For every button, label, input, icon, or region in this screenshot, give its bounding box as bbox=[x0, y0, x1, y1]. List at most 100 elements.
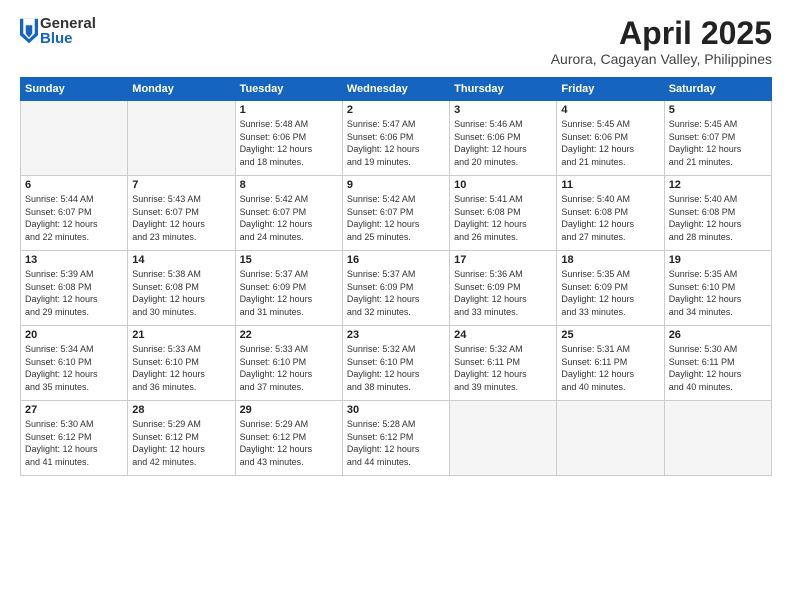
day-number: 18 bbox=[561, 254, 659, 266]
calendar-cell: 12 Sunrise: 5:40 AMSunset: 6:08 PMDayligh… bbox=[664, 176, 771, 251]
day-info: Sunrise: 5:35 AMSunset: 6:09 PMDaylight:… bbox=[561, 268, 659, 318]
logo-text: General Blue bbox=[40, 16, 96, 46]
day-number: 21 bbox=[132, 329, 230, 341]
calendar-body: 1 Sunrise: 5:48 AMSunset: 6:06 PMDaylight… bbox=[21, 101, 772, 476]
day-number: 22 bbox=[240, 329, 338, 341]
calendar-cell: 25Sunrise: 5:31 AMSunset: 6:11 PMDayligh… bbox=[557, 326, 664, 401]
calendar-cell: 1 Sunrise: 5:48 AMSunset: 6:06 PMDaylight… bbox=[235, 101, 342, 176]
day-number: 28 bbox=[132, 404, 230, 416]
day-number: 9 bbox=[347, 179, 445, 191]
day-number: 11 bbox=[561, 179, 659, 191]
day-number: 24 bbox=[454, 329, 552, 341]
calendar-cell: 20 Sunrise: 5:34 AMSunset: 6:10 PMDayligh… bbox=[21, 326, 128, 401]
col-wednesday: Wednesday bbox=[342, 78, 449, 101]
calendar-cell bbox=[450, 401, 557, 476]
day-info: Sunrise: 5:44 AMSunset: 6:07 PMDaylight:… bbox=[25, 193, 123, 243]
calendar-cell: 28 Sunrise: 5:29 AMSunset: 6:12 PMDayligh… bbox=[128, 401, 235, 476]
calendar-cell: 7 Sunrise: 5:43 AMSunset: 6:07 PMDaylight… bbox=[128, 176, 235, 251]
day-info: Sunrise: 5:38 AMSunset: 6:08 PMDaylight:… bbox=[132, 268, 230, 318]
day-info: Sunrise: 5:40 AMSunset: 6:08 PMDaylight:… bbox=[669, 193, 767, 243]
logo-icon bbox=[20, 17, 38, 45]
day-info: Sunrise: 5:30 AMSunset: 6:12 PMDaylight:… bbox=[25, 418, 123, 468]
day-info: Sunrise: 5:42 AMSunset: 6:07 PMDaylight:… bbox=[240, 193, 338, 243]
day-info: Sunrise: 5:43 AMSunset: 6:07 PMDaylight:… bbox=[132, 193, 230, 243]
calendar-cell: 10Sunrise: 5:41 AMSunset: 6:08 PMDayligh… bbox=[450, 176, 557, 251]
day-number: 16 bbox=[347, 254, 445, 266]
day-info: Sunrise: 5:48 AMSunset: 6:06 PMDaylight:… bbox=[240, 118, 338, 168]
day-number: 8 bbox=[240, 179, 338, 191]
calendar-cell: 9 Sunrise: 5:42 AMSunset: 6:07 PMDaylight… bbox=[342, 176, 449, 251]
day-number: 4 bbox=[561, 104, 659, 116]
calendar-cell: 19 Sunrise: 5:35 AMSunset: 6:10 PMDayligh… bbox=[664, 251, 771, 326]
calendar-cell: 27 Sunrise: 5:30 AMSunset: 6:12 PMDayligh… bbox=[21, 401, 128, 476]
week-row-2: 6Sunrise: 5:44 AMSunset: 6:07 PMDaylight… bbox=[21, 176, 772, 251]
col-monday: Monday bbox=[128, 78, 235, 101]
day-number: 26 bbox=[669, 329, 767, 341]
day-info: Sunrise: 5:45 AMSunset: 6:07 PMDaylight:… bbox=[669, 118, 767, 168]
day-number: 20 bbox=[25, 329, 123, 341]
day-info: Sunrise: 5:37 AMSunset: 6:09 PMDaylight:… bbox=[240, 268, 338, 318]
calendar-subtitle: Aurora, Cagayan Valley, Philippines bbox=[551, 51, 772, 67]
calendar-title: April 2025 bbox=[551, 16, 772, 51]
col-thursday: Thursday bbox=[450, 78, 557, 101]
day-number: 13 bbox=[25, 254, 123, 266]
calendar-cell: 18 Sunrise: 5:35 AMSunset: 6:09 PMDayligh… bbox=[557, 251, 664, 326]
calendar-cell: 14Sunrise: 5:38 AMSunset: 6:08 PMDayligh… bbox=[128, 251, 235, 326]
day-info: Sunrise: 5:30 AMSunset: 6:11 PMDaylight:… bbox=[669, 343, 767, 393]
calendar-cell: 6Sunrise: 5:44 AMSunset: 6:07 PMDaylight… bbox=[21, 176, 128, 251]
col-friday: Friday bbox=[557, 78, 664, 101]
day-number: 30 bbox=[347, 404, 445, 416]
calendar-cell bbox=[21, 101, 128, 176]
week-row-5: 27 Sunrise: 5:30 AMSunset: 6:12 PMDayligh… bbox=[21, 401, 772, 476]
day-number: 12 bbox=[669, 179, 767, 191]
day-number: 10 bbox=[454, 179, 552, 191]
calendar-cell bbox=[128, 101, 235, 176]
calendar-cell: 15Sunrise: 5:37 AMSunset: 6:09 PMDayligh… bbox=[235, 251, 342, 326]
calendar-cell: 8 Sunrise: 5:42 AMSunset: 6:07 PMDaylight… bbox=[235, 176, 342, 251]
day-info: Sunrise: 5:33 AMSunset: 6:10 PMDaylight:… bbox=[240, 343, 338, 393]
day-number: 19 bbox=[669, 254, 767, 266]
day-info: Sunrise: 5:40 AMSunset: 6:08 PMDaylight:… bbox=[561, 193, 659, 243]
day-number: 27 bbox=[25, 404, 123, 416]
col-saturday: Saturday bbox=[664, 78, 771, 101]
calendar-cell: 17Sunrise: 5:36 AMSunset: 6:09 PMDayligh… bbox=[450, 251, 557, 326]
calendar-cell: 5 Sunrise: 5:45 AMSunset: 6:07 PMDaylight… bbox=[664, 101, 771, 176]
calendar-cell: 2Sunrise: 5:47 AMSunset: 6:06 PMDaylight… bbox=[342, 101, 449, 176]
logo-blue-text: Blue bbox=[40, 31, 96, 46]
calendar-table: Sunday Monday Tuesday Wednesday Thursday… bbox=[20, 77, 772, 476]
day-number: 17 bbox=[454, 254, 552, 266]
day-info: Sunrise: 5:32 AMSunset: 6:10 PMDaylight:… bbox=[347, 343, 445, 393]
week-row-3: 13 Sunrise: 5:39 AMSunset: 6:08 PMDayligh… bbox=[21, 251, 772, 326]
day-info: Sunrise: 5:35 AMSunset: 6:10 PMDaylight:… bbox=[669, 268, 767, 318]
page: General Blue April 2025 Aurora, Cagayan … bbox=[0, 0, 792, 612]
day-info: Sunrise: 5:31 AMSunset: 6:11 PMDaylight:… bbox=[561, 343, 659, 393]
day-info: Sunrise: 5:45 AMSunset: 6:06 PMDaylight:… bbox=[561, 118, 659, 168]
day-number: 1 bbox=[240, 104, 338, 116]
day-number: 3 bbox=[454, 104, 552, 116]
day-info: Sunrise: 5:29 AMSunset: 6:12 PMDaylight:… bbox=[132, 418, 230, 468]
week-row-1: 1 Sunrise: 5:48 AMSunset: 6:06 PMDaylight… bbox=[21, 101, 772, 176]
day-number: 23 bbox=[347, 329, 445, 341]
calendar-cell: 23 Sunrise: 5:32 AMSunset: 6:10 PMDayligh… bbox=[342, 326, 449, 401]
logo-general-text: General bbox=[40, 16, 96, 31]
calendar-cell: 24Sunrise: 5:32 AMSunset: 6:11 PMDayligh… bbox=[450, 326, 557, 401]
header-row: Sunday Monday Tuesday Wednesday Thursday… bbox=[21, 78, 772, 101]
day-info: Sunrise: 5:42 AMSunset: 6:07 PMDaylight:… bbox=[347, 193, 445, 243]
col-sunday: Sunday bbox=[21, 78, 128, 101]
day-number: 5 bbox=[669, 104, 767, 116]
calendar-cell: 21 Sunrise: 5:33 AMSunset: 6:10 PMDayligh… bbox=[128, 326, 235, 401]
calendar-cell: 16 Sunrise: 5:37 AMSunset: 6:09 PMDayligh… bbox=[342, 251, 449, 326]
calendar-header: Sunday Monday Tuesday Wednesday Thursday… bbox=[21, 78, 772, 101]
calendar-cell: 26 Sunrise: 5:30 AMSunset: 6:11 PMDayligh… bbox=[664, 326, 771, 401]
logo: General Blue bbox=[20, 16, 96, 46]
day-info: Sunrise: 5:39 AMSunset: 6:08 PMDaylight:… bbox=[25, 268, 123, 318]
calendar-cell bbox=[557, 401, 664, 476]
day-info: Sunrise: 5:37 AMSunset: 6:09 PMDaylight:… bbox=[347, 268, 445, 318]
day-info: Sunrise: 5:47 AMSunset: 6:06 PMDaylight:… bbox=[347, 118, 445, 168]
col-tuesday: Tuesday bbox=[235, 78, 342, 101]
day-number: 7 bbox=[132, 179, 230, 191]
calendar-cell: 11 Sunrise: 5:40 AMSunset: 6:08 PMDayligh… bbox=[557, 176, 664, 251]
day-info: Sunrise: 5:33 AMSunset: 6:10 PMDaylight:… bbox=[132, 343, 230, 393]
day-info: Sunrise: 5:34 AMSunset: 6:10 PMDaylight:… bbox=[25, 343, 123, 393]
calendar-cell: 4 Sunrise: 5:45 AMSunset: 6:06 PMDaylight… bbox=[557, 101, 664, 176]
